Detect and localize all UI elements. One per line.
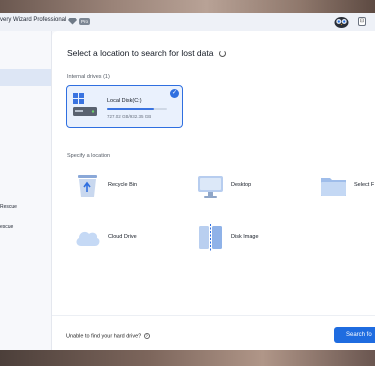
main-panel: Select a location to search for lost dat… (52, 31, 375, 352)
internal-drives-label: Internal drives (1) (67, 74, 110, 80)
location-label: Select F (354, 182, 375, 188)
help-text[interactable]: Unable to find your hard drive? ? (66, 333, 150, 339)
desktop-wallpaper-top (0, 0, 375, 14)
drive-card-local-disk[interactable]: Local Disk(C:) 727.02 GB/932.35 GB ✓ (66, 85, 183, 128)
footer-bar: Unable to find your hard drive? ? Search… (52, 315, 375, 352)
location-cloud-drive[interactable]: Cloud Drive (74, 224, 169, 254)
location-label: Desktop (231, 182, 252, 188)
location-recycle-bin[interactable]: Recycle Bin (74, 172, 169, 202)
diamond-icon (68, 17, 77, 25)
search-button[interactable]: Search fo (334, 327, 375, 343)
desktop-wallpaper-bottom (0, 350, 375, 366)
sidebar-item-active[interactable] (0, 69, 51, 86)
pro-badge: Pro (68, 16, 93, 26)
owl-avatar-icon[interactable] (334, 15, 349, 28)
desktop-icon (198, 176, 223, 198)
checkmark-icon: ✓ (170, 89, 179, 98)
pro-tag: Pro (79, 17, 91, 25)
help-icon[interactable]: ? (143, 333, 150, 339)
drive-size: 727.02 GB/932.35 GB (107, 114, 152, 119)
location-label: Cloud Drive (108, 234, 137, 240)
location-label: Recycle Bin (108, 182, 138, 188)
recycle-bin-icon (78, 175, 97, 197)
disk-image-icon (199, 224, 222, 251)
drive-usage-bar (107, 108, 167, 110)
page-title: Select a location to search for lost dat… (67, 48, 214, 58)
cloud-icon (76, 231, 100, 246)
location-desktop[interactable]: Desktop (197, 172, 292, 202)
help-text-label: Unable to find your hard drive? (66, 333, 142, 340)
location-select-folder[interactable]: Select F (320, 172, 375, 202)
refresh-icon[interactable] (219, 50, 226, 57)
app-window: very Wizard Professional Pro ⊡ Rescue es… (0, 13, 375, 352)
sidebar-item-escue[interactable]: escue (0, 224, 13, 230)
location-disk-image[interactable]: Disk Image (197, 224, 292, 254)
sidebar-item-rescue[interactable]: Rescue (0, 204, 17, 210)
folder-icon (321, 178, 346, 196)
specify-location-label: Specify a location (67, 153, 111, 159)
drive-name: Local Disk(C:) (107, 98, 142, 104)
title-bar: very Wizard Professional Pro ⊡ (0, 13, 375, 31)
app-title: very Wizard Professional (0, 17, 67, 23)
drive-usage-fill (107, 108, 154, 110)
sidebar: Rescue escue (0, 31, 52, 352)
windows-drive-icon (73, 93, 97, 116)
location-label: Disk Image (231, 234, 259, 240)
minimize-button[interactable]: ⊡ (358, 17, 366, 26)
